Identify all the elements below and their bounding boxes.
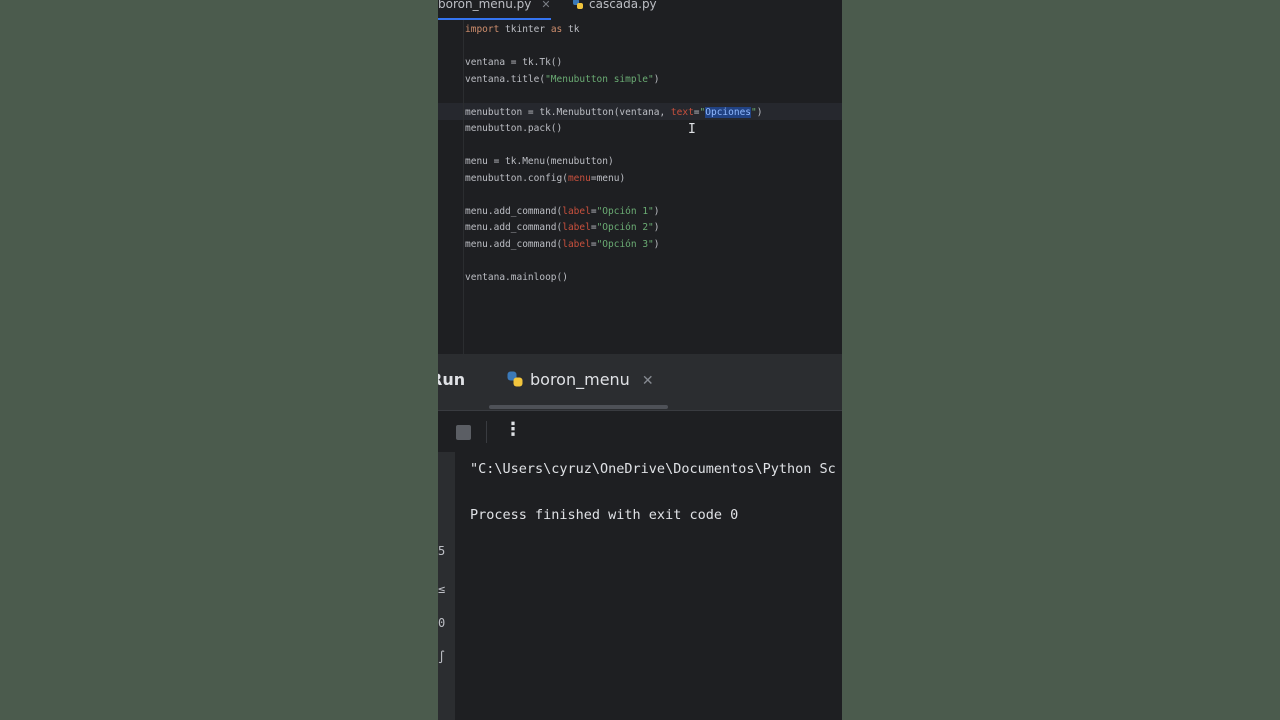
soft-wrap-icon[interactable]: ≤ — [438, 582, 445, 596]
code-token: text — [670, 106, 694, 118]
stop-icon[interactable] — [456, 425, 471, 440]
toolbar-separator — [486, 421, 487, 443]
code-line[interactable]: import tkinter as tk — [465, 22, 763, 39]
code-token: tk — [562, 24, 580, 35]
run-tab-scrollbar[interactable] — [489, 405, 668, 409]
code-token: label — [562, 238, 591, 250]
code-token: as — [550, 24, 563, 35]
code-line[interactable]: menu = tk.Menu(menubutton) — [465, 154, 763, 171]
code-line[interactable]: menu.add_command(label="Opción 3") — [465, 237, 763, 254]
close-icon[interactable]: ✕ — [541, 0, 550, 11]
run-toolbar: ⋮ — [438, 410, 842, 453]
code-token: label — [562, 222, 591, 233]
code-token: "Opción 1" — [596, 205, 654, 217]
code-token: label — [562, 205, 591, 217]
run-side-strip: 5 ≤ 0 ∫ — [438, 452, 455, 720]
code-token: tkinter — [499, 24, 551, 35]
ide-window: boron_menu.py ✕ cascada.py import tkinter… — [438, 0, 842, 720]
code-token: =menu) — [590, 172, 626, 184]
code-line[interactable]: menubutton = tk.Menubutton(ventana, text… — [465, 105, 763, 122]
python-file-icon — [573, 0, 583, 9]
code-token: ) — [756, 106, 763, 118]
gutter-divider — [463, 20, 464, 354]
code-token: ventana.mainloop() — [465, 271, 568, 283]
code-token: ventana = tk.Tk() — [465, 57, 563, 68]
code-token: ventana.title( — [465, 73, 546, 85]
run-tab-boron-menu[interactable]: boron_menu ✕ — [506, 370, 654, 389]
run-panel-title: Run — [438, 370, 466, 389]
code-token: ) — [653, 222, 660, 233]
code-token: ) — [653, 205, 660, 217]
editor-tab-bar: boron_menu.py ✕ cascada.py — [438, 0, 842, 21]
code-token: menubutton.pack() — [465, 123, 563, 134]
code-line[interactable]: ventana.mainloop() — [465, 270, 763, 287]
code-token: menu.add_command( — [465, 205, 563, 217]
code-token: import — [465, 24, 500, 35]
code-line[interactable]: ventana.title("Menubutton simple") — [465, 72, 763, 89]
code-token: Opciones — [705, 106, 752, 118]
code-token: "Menubutton simple" — [545, 73, 654, 85]
code-token: ) — [653, 238, 660, 250]
text-cursor-icon: I — [688, 122, 696, 137]
code-line[interactable] — [465, 39, 763, 56]
code-line[interactable]: menu.add_command(label="Opción 1") — [465, 204, 763, 221]
run-panel-header: Run boron_menu✕ — [438, 354, 842, 410]
tab-boron-menu[interactable]: boron_menu.py ✕ — [438, 0, 551, 20]
code-token: ) — [653, 73, 660, 85]
run-panel: Run boron_menu✕ ⋮ 5 ≤ 0 ∫ "C:\Users\cyru… — [438, 354, 842, 720]
python-icon — [507, 371, 523, 387]
trash-icon[interactable]: ∫ — [438, 650, 445, 664]
code-line[interactable] — [465, 88, 763, 105]
console-line: Process finished with exit code 0 — [470, 507, 739, 523]
tab-cascada[interactable]: cascada.py — [572, 0, 657, 18]
code-line[interactable]: menu.add_command(label="Opción 2") — [465, 220, 763, 237]
code-editor[interactable]: import tkinter as tk ventana = tk.Tk() ve… — [438, 20, 842, 354]
code-token: menu — [567, 172, 591, 184]
code-token: menu = tk.Menu(menubutton) — [465, 156, 614, 167]
code-token: menu.add_command( — [465, 222, 563, 233]
code-line[interactable] — [465, 253, 763, 270]
code-line[interactable] — [465, 138, 763, 155]
code-token: menubutton = tk.Menubutton(ventana, — [465, 106, 671, 118]
console-line: "C:\Users\cyruz\OneDrive\Documentos\Pyth… — [470, 461, 836, 477]
code-token: "Opción 3" — [596, 238, 654, 250]
rerun-icon[interactable]: 5 — [438, 544, 445, 558]
console-output[interactable]: "C:\Users\cyruz\OneDrive\Documentos\Pyth… — [470, 458, 836, 527]
code-token: menubutton.config( — [465, 172, 568, 184]
code-token: "Opción 2" — [596, 222, 654, 233]
code-line[interactable]: menubutton.pack() — [465, 121, 763, 138]
code-line[interactable]: ventana = tk.Tk() — [465, 55, 763, 72]
code-lines[interactable]: import tkinter as tk ventana = tk.Tk() ve… — [465, 22, 763, 286]
code-line[interactable] — [465, 187, 763, 204]
print-icon[interactable]: 0 — [438, 616, 445, 630]
close-icon[interactable]: ✕ — [642, 373, 654, 389]
more-options-icon[interactable]: ⋮ — [504, 419, 522, 440]
code-token: menu.add_command( — [465, 238, 563, 250]
code-line[interactable]: menubutton.config(menu=menu) — [465, 171, 763, 188]
